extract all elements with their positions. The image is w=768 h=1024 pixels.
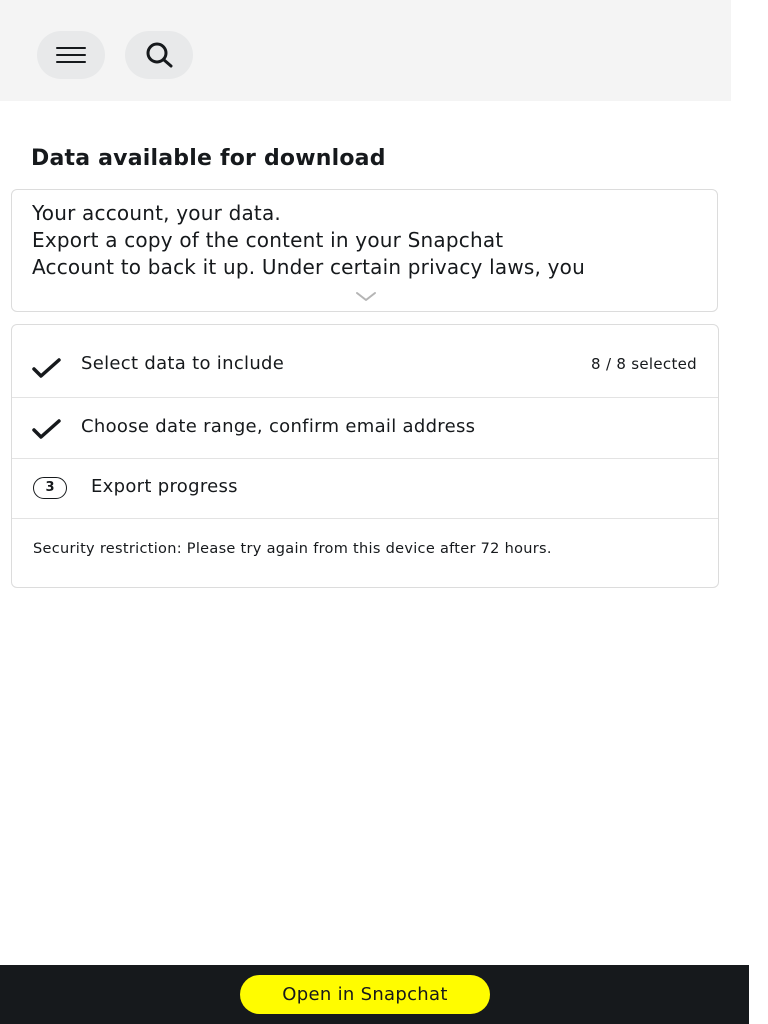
- intro-card[interactable]: Your account, your data. Export a copy o…: [11, 189, 718, 312]
- search-button[interactable]: [125, 31, 193, 79]
- intro-text: Your account, your data. Export a copy o…: [32, 200, 701, 281]
- intro-line: Export a copy of the content in your Sna…: [32, 228, 504, 252]
- chevron-down-icon[interactable]: [355, 291, 377, 303]
- top-navigation-bar: [0, 0, 731, 101]
- menu-button[interactable]: [37, 31, 105, 79]
- step-date-range[interactable]: Choose date range, confirm email address: [12, 398, 718, 459]
- section-title: Data available for download: [31, 146, 386, 171]
- check-icon: [32, 358, 61, 378]
- check-icon: [32, 419, 61, 439]
- search-icon: [146, 42, 173, 68]
- hamburger-menu-icon: [56, 47, 86, 63]
- intro-line: Account to back it up. Under certain pri…: [32, 255, 585, 279]
- step-label: Export progress: [91, 476, 238, 497]
- open-in-snapchat-button[interactable]: Open in Snapchat: [240, 975, 490, 1014]
- security-restriction-row: Security restriction: Please try again f…: [12, 519, 718, 587]
- step-number-badge: 3: [33, 477, 67, 499]
- intro-line: Your account, your data.: [32, 201, 281, 225]
- step-export-progress[interactable]: 3 Export progress: [12, 459, 718, 519]
- step-label: Choose date range, confirm email address: [81, 416, 476, 437]
- page: Data available for download Your account…: [0, 0, 768, 1024]
- step-select-data[interactable]: Select data to include 8 / 8 selected: [12, 325, 718, 398]
- selected-count: 8 / 8 selected: [591, 355, 697, 373]
- step-label: Select data to include: [81, 353, 285, 374]
- bottom-bar: Open in Snapchat: [0, 965, 749, 1024]
- security-restriction-message: Security restriction: Please try again f…: [33, 541, 552, 557]
- export-steps-card: Select data to include 8 / 8 selected Ch…: [11, 324, 719, 588]
